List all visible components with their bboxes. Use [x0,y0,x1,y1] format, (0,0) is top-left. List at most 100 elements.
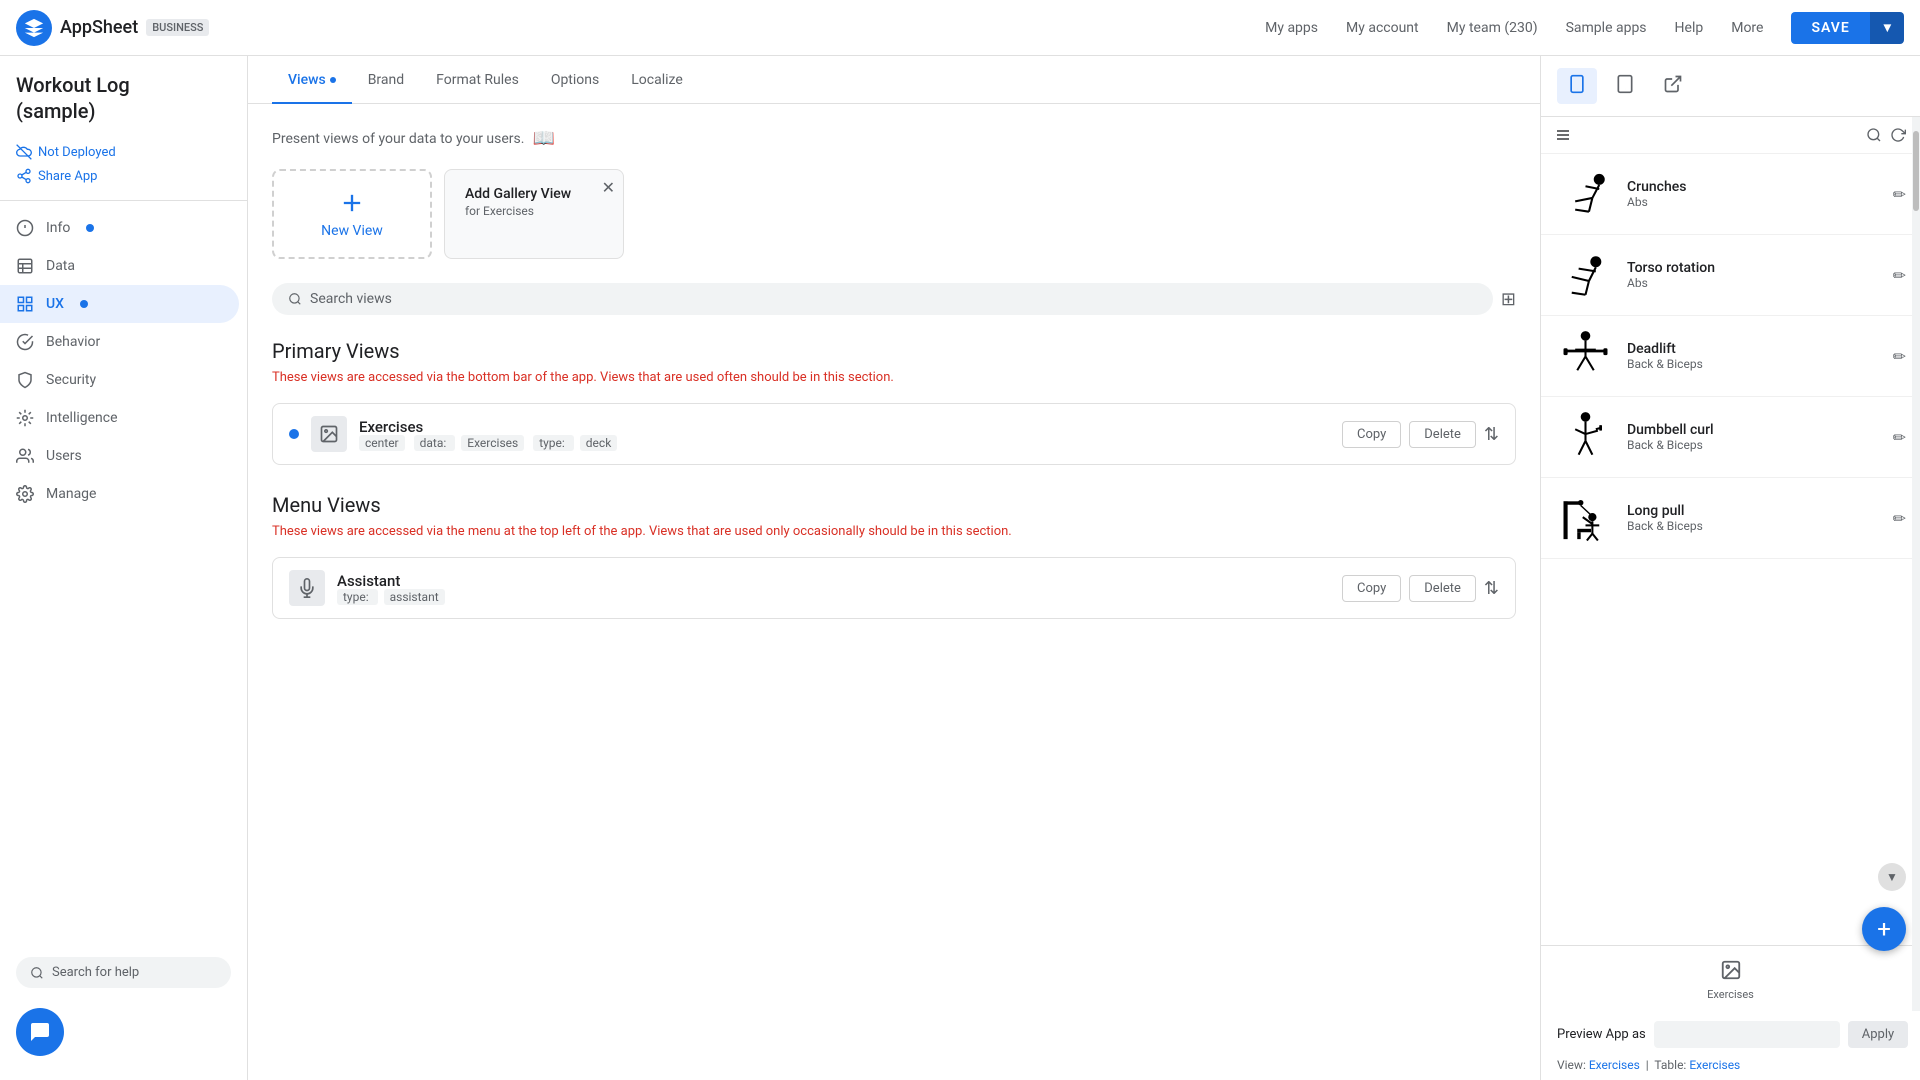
sidebar-item-behavior[interactable]: Behavior [0,323,239,361]
exercise-item-dumbbell[interactable]: Dumbbell curl Back & Biceps ✏ [1541,397,1920,478]
not-deployed-label: Not Deployed [38,145,116,160]
ux-icon [16,295,34,313]
preview-scroll-thumb [1913,131,1919,211]
image-icon [319,424,339,444]
sidebar-item-users[interactable]: Users [0,437,239,475]
search-views-input[interactable]: Search views [272,283,1493,315]
my-apps-link[interactable]: My apps [1253,12,1330,44]
exercise-item-deadlift[interactable]: Deadlift Back & Biceps ✏ [1541,316,1920,397]
search-help-input[interactable]: Search for help [16,957,231,988]
exercises-bottom-icon[interactable] [1717,956,1745,984]
my-account-link[interactable]: My account [1334,12,1431,44]
assistant-view-meta: type: assistant [337,590,1330,604]
sidebar-item-ux[interactable]: UX [0,285,239,323]
more-link[interactable]: More [1719,12,1775,44]
content-description: Present views of your data to your users… [272,128,1516,149]
exercise-item-crunches[interactable]: Crunches Abs ✏ [1541,154,1920,235]
hamburger-icon [1555,127,1571,143]
gallery-view-subtitle: for Exercises [465,204,603,218]
sample-apps-link[interactable]: Sample apps [1554,12,1659,44]
exercises-view-item[interactable]: Exercises center data: Exercises type: d… [272,403,1516,465]
phone-view-button[interactable] [1557,68,1597,104]
new-view-card[interactable]: New View [272,169,432,259]
external-view-button[interactable] [1653,68,1693,104]
users-icon [16,447,34,465]
preview-toolbar-left [1555,127,1571,143]
preview-chevron-down[interactable]: ▼ [1878,863,1906,891]
exercises-meta-data: Exercises [461,435,524,451]
search-views-placeholder: Search views [310,291,392,307]
save-button[interactable]: SAVE [1791,12,1869,44]
ux-dot [80,300,88,308]
tablet-view-button[interactable] [1605,68,1645,104]
exercises-copy-button[interactable]: Copy [1342,421,1401,448]
sidebar-item-data[interactable]: Data [0,247,239,285]
tab-format-rules[interactable]: Format Rules [420,56,535,104]
table-link[interactable]: Exercises [1689,1058,1740,1072]
apply-button[interactable]: Apply [1848,1021,1908,1048]
assistant-meta-type: assistant [384,589,445,605]
preview-as-input[interactable] [1654,1021,1840,1048]
grid-view-toggle[interactable]: ⊞ [1501,289,1516,310]
preview-scrollbar[interactable] [1912,117,1920,1011]
assistant-delete-button[interactable]: Delete [1409,575,1476,602]
chat-fab-button[interactable] [16,1008,64,1056]
assistant-view-actions: Copy Delete ⇅ [1342,575,1499,602]
deadlift-edit-icon[interactable]: ✏ [1893,347,1906,366]
info-icon [16,219,34,237]
torso-edit-icon[interactable]: ✏ [1893,266,1906,285]
menu-views-desc: These views are accessed via the menu at… [272,523,1516,541]
tab-brand[interactable]: Brand [352,56,420,104]
sidebar-item-data-label: Data [46,258,75,274]
crunches-edit-icon[interactable]: ✏ [1893,185,1906,204]
behavior-icon [16,333,34,351]
gallery-view-close[interactable]: ✕ [602,178,615,197]
sidebar-item-info[interactable]: Info [0,209,239,247]
tab-options[interactable]: Options [535,56,615,104]
dumbbell-info: Dumbbell curl Back & Biceps [1627,422,1881,452]
save-dropdown-button[interactable]: ▼ [1870,12,1904,44]
preview-toolbar-right [1866,127,1906,143]
sidebar-item-manage[interactable]: Manage [0,475,239,513]
assistant-copy-button[interactable]: Copy [1342,575,1401,602]
dumbbell-edit-icon[interactable]: ✏ [1893,428,1906,447]
view-link[interactable]: Exercises [1589,1058,1640,1072]
longpull-edit-icon[interactable]: ✏ [1893,509,1906,528]
longpull-info: Long pull Back & Biceps [1627,503,1881,533]
not-deployed-status[interactable]: Not Deployed [0,140,247,164]
chat-icon [28,1020,52,1044]
preview-toolbar [1541,117,1920,154]
table-link-label: Table: [1654,1058,1686,1072]
exercise-item-longpull[interactable]: Long pull Back & Biceps ✏ [1541,478,1920,559]
content-tabs: Views Brand Format Rules Options Localiz… [248,56,1540,104]
share-app-button[interactable]: Share App [0,164,247,196]
exercise-item-torso[interactable]: Torso rotation Abs ✏ [1541,235,1920,316]
menu-views-section: Menu Views These views are accessed via … [272,493,1516,619]
assistant-sort-handle[interactable]: ⇅ [1484,578,1499,599]
tab-views[interactable]: Views [272,56,352,104]
primary-views-title: Primary Views [272,339,1516,363]
my-team-link[interactable]: My team (230) [1435,12,1550,44]
deadlift-icon [1555,326,1615,386]
search-icon [30,966,44,980]
exercises-dot [289,429,299,439]
crunches-name: Crunches [1627,179,1881,195]
assistant-view-item[interactable]: Assistant type: assistant Copy Delete ⇅ [272,557,1516,619]
exercises-meta-type: deck [580,435,618,451]
longpull-category: Back & Biceps [1627,519,1881,533]
sidebar-item-info-label: Info [46,220,70,236]
data-icon [16,257,34,275]
sidebar-item-intelligence[interactable]: Intelligence [0,399,239,437]
info-dot [86,224,94,232]
manage-icon [16,485,34,503]
book-icon: 📖 [532,128,554,149]
main-layout: Workout Log (sample) Not Deployed Share … [0,56,1920,1080]
preview-fab-button[interactable]: + [1862,907,1906,945]
sidebar-item-security[interactable]: Security [0,361,239,399]
exercises-sort-handle[interactable]: ⇅ [1484,424,1499,445]
preview-search-icon [1866,127,1882,143]
exercises-delete-button[interactable]: Delete [1409,421,1476,448]
help-link[interactable]: Help [1663,12,1716,44]
primary-views-section: Primary Views These views are accessed v… [272,339,1516,465]
tab-localize[interactable]: Localize [615,56,699,104]
